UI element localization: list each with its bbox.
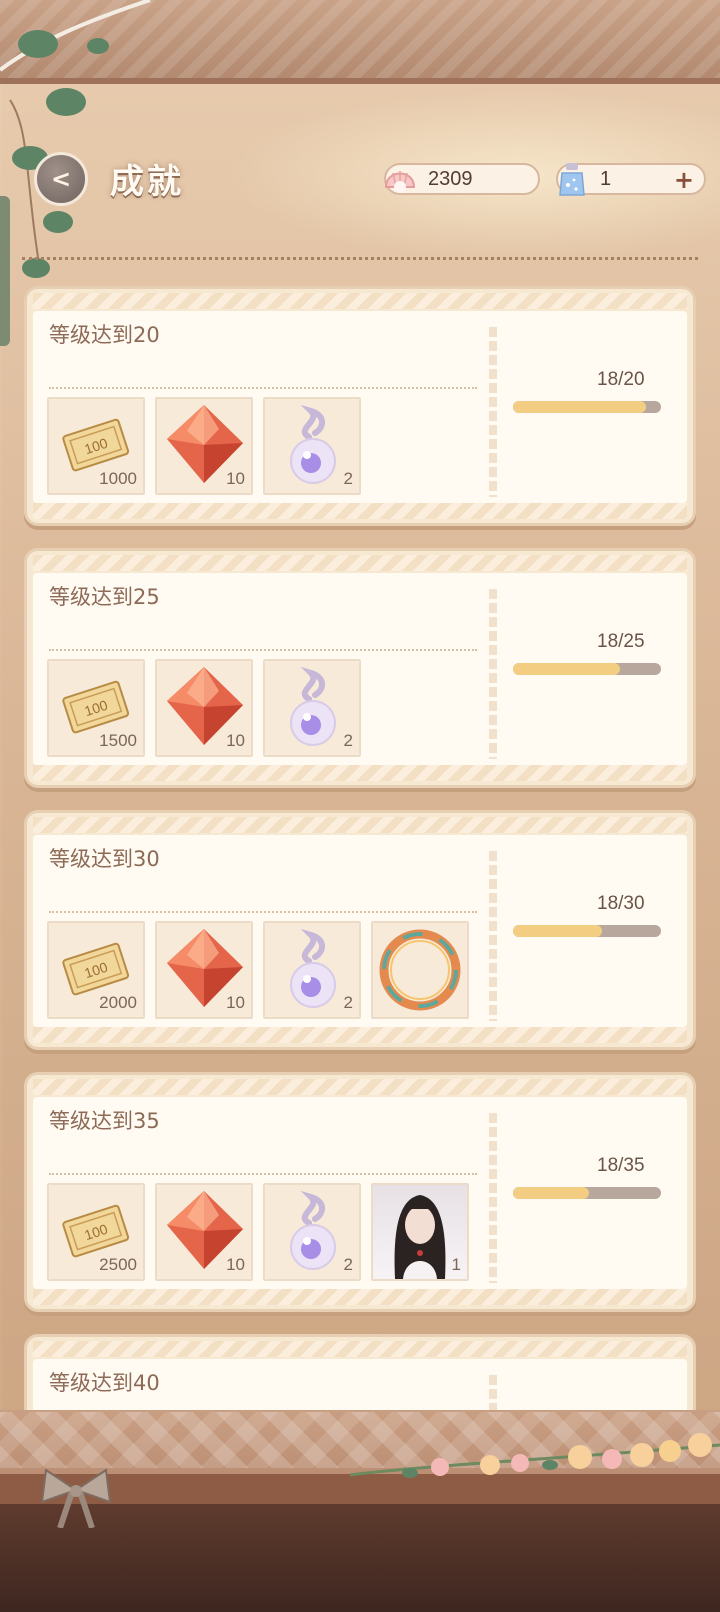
reward-item[interactable]: 100 2000 xyxy=(47,921,145,1019)
card-divider xyxy=(49,387,477,389)
avatar-frame-ring-icon xyxy=(379,929,461,1011)
reward-item[interactable]: 100 1000 xyxy=(47,397,145,495)
progress-text: 18/25 xyxy=(597,631,645,652)
reward-item[interactable]: 10 xyxy=(155,659,253,757)
achievement-title: 等级达到35 xyxy=(49,1109,160,1133)
achievement-title: 等级达到40 xyxy=(49,1371,160,1395)
progress-text: 18/35 xyxy=(597,1155,645,1176)
reward-qty: 2 xyxy=(343,993,353,1012)
reward-item[interactable]: 100 2500 xyxy=(47,1183,145,1281)
reward-qty: 2500 xyxy=(99,1255,137,1274)
reward-qty: 2 xyxy=(343,469,353,488)
ribbon-bow-icon xyxy=(40,1468,112,1528)
page-title: 成就 xyxy=(110,162,184,202)
progress-bar xyxy=(513,925,661,937)
achievement-title: 等级达到25 xyxy=(49,585,160,609)
reward-item[interactable]: 2 xyxy=(263,1183,361,1281)
reward-list: 100 1000 10 2 xyxy=(47,397,361,495)
reward-list: 100 2500 10 2 1 xyxy=(47,1183,469,1281)
reward-qty: 10 xyxy=(226,1255,245,1274)
achievement-card: 等级达到35 100 2500 10 2 1 18/35 xyxy=(24,1072,696,1312)
pearl-count: 2309 xyxy=(428,167,473,190)
reward-qty: 10 xyxy=(226,993,245,1012)
reward-item[interactable]: 2 xyxy=(263,397,361,495)
reward-qty: 2000 xyxy=(99,993,137,1012)
progress-fill xyxy=(513,663,620,675)
card-divider xyxy=(49,911,477,913)
card-separator xyxy=(489,327,497,497)
header: < 成就 2309 1 + xyxy=(0,148,720,218)
add-bottle-button[interactable]: + xyxy=(674,166,694,194)
reward-item[interactable]: 1 xyxy=(371,1183,469,1281)
reward-qty: 1 xyxy=(451,1255,461,1274)
achievement-title: 等级达到20 xyxy=(49,323,160,347)
bottle-count: 1 xyxy=(600,167,612,190)
achievement-list[interactable]: 等级达到20 100 1000 10 2 18/20 等级达到25 100 15… xyxy=(24,286,696,1444)
achievement-card: 等级达到30 100 2000 10 2 18/30 xyxy=(24,810,696,1050)
progress-fill xyxy=(513,1187,590,1199)
header-divider xyxy=(22,257,698,260)
star-bottle-icon xyxy=(559,163,585,196)
pearl-shell-icon xyxy=(384,171,416,193)
reward-qty: 10 xyxy=(226,469,245,488)
achievement-card: 等级达到20 100 1000 10 2 18/20 xyxy=(24,286,696,526)
card-divider xyxy=(49,1173,477,1175)
achievement-title: 等级达到30 xyxy=(49,847,160,871)
back-button[interactable]: < xyxy=(34,152,88,206)
card-separator xyxy=(489,1113,497,1283)
reward-item[interactable]: 2 xyxy=(263,659,361,757)
reward-qty: 1000 xyxy=(99,469,137,488)
flower-garland-icon xyxy=(350,1433,720,1478)
reward-qty: 2 xyxy=(343,1255,353,1274)
progress-text: 18/20 xyxy=(597,369,645,390)
back-arrow-icon: < xyxy=(50,165,72,193)
progress-bar xyxy=(513,401,661,413)
reward-list: 100 1500 10 2 xyxy=(47,659,361,757)
card-separator xyxy=(489,851,497,1021)
bottle-currency: 1 + xyxy=(556,163,706,196)
card-divider xyxy=(49,649,477,651)
reward-item[interactable]: 10 xyxy=(155,1183,253,1281)
vine-decoration-icon xyxy=(0,0,151,278)
progress-bar xyxy=(513,663,661,675)
reward-qty: 10 xyxy=(226,731,245,750)
reward-qty: 2 xyxy=(343,731,353,750)
reward-list: 100 2000 10 2 xyxy=(47,921,469,1019)
achievement-card: 等级达到25 100 1500 10 2 18/25 xyxy=(24,548,696,788)
reward-item[interactable]: 2 xyxy=(263,921,361,1019)
reward-item[interactable]: 10 xyxy=(155,397,253,495)
reward-qty: 1500 xyxy=(99,731,137,750)
pearl-currency: 2309 xyxy=(384,163,540,195)
progress-fill xyxy=(513,925,602,937)
reward-item[interactable]: 100 1500 xyxy=(47,659,145,757)
reward-item[interactable] xyxy=(371,921,469,1019)
progress-bar xyxy=(513,1187,661,1199)
progress-fill xyxy=(513,401,647,413)
reward-item[interactable]: 10 xyxy=(155,921,253,1019)
progress-text: 18/30 xyxy=(597,893,645,914)
card-separator xyxy=(489,589,497,759)
